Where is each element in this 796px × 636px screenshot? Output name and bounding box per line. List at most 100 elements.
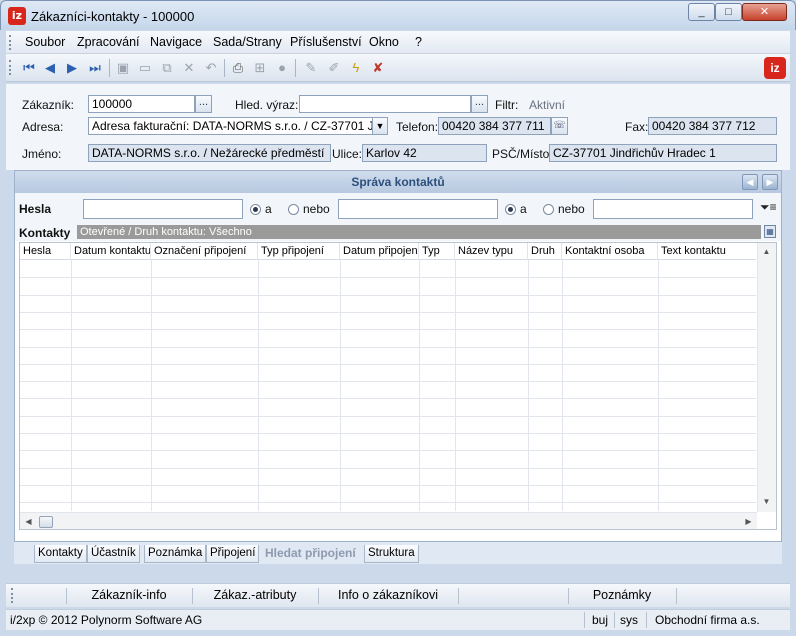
radio-and-2[interactable]	[505, 204, 516, 215]
menu-okno[interactable]: Okno	[369, 35, 399, 49]
minimize-button[interactable]: _	[688, 3, 715, 21]
undo-icon[interactable]: ↶	[203, 60, 219, 76]
column-header[interactable]: Kontaktní osoba	[562, 243, 658, 260]
table-row[interactable]	[20, 433, 756, 434]
column-header[interactable]: Hesla	[20, 243, 71, 260]
table-row[interactable]	[20, 415, 756, 417]
tab-kontakty[interactable]: Kontakty	[34, 545, 87, 563]
panel-next-icon[interactable]: ▶	[762, 174, 778, 190]
fax-field[interactable]: 00420 384 377 712	[648, 117, 777, 135]
magic-icon[interactable]: ϟ	[348, 60, 364, 76]
hesla-input-2[interactable]	[338, 199, 498, 219]
edit-alt-icon[interactable]: ✐	[326, 60, 342, 76]
column-header[interactable]: Datum připojení	[340, 243, 419, 260]
menu-prislusenstvi[interactable]: Příslušenství	[290, 35, 362, 49]
tab-hledat-pripojeni[interactable]: Hledat připojení	[262, 545, 359, 563]
table-row[interactable]	[20, 363, 756, 365]
table-row[interactable]	[20, 450, 756, 452]
next-record-icon[interactable]: ▶	[64, 60, 80, 76]
column-header[interactable]: Název typu	[455, 243, 528, 260]
grid-settings-icon[interactable]: ▦	[764, 225, 776, 238]
tab-ucastnik[interactable]: Účastník	[87, 545, 140, 563]
filtr-value: Aktivní	[529, 98, 566, 112]
last-record-icon[interactable]: ⏭	[87, 60, 103, 76]
phone-dial-icon[interactable]: ☏	[551, 117, 568, 135]
scroll-right-icon[interactable]: ▶	[740, 517, 757, 526]
poznamky-button[interactable]: Poznámky	[568, 588, 676, 602]
tab-pripojeni[interactable]: Připojení	[206, 545, 260, 563]
column-header[interactable]: Druh	[528, 243, 562, 260]
column-header[interactable]: Text kontaktu	[658, 243, 756, 260]
ulice-field[interactable]: Karlov 42	[362, 144, 487, 162]
psc-field[interactable]: CZ-37701 Jindřichův Hradec 1	[549, 144, 777, 162]
tab-struktura[interactable]: Struktura	[364, 545, 419, 563]
column-header[interactable]: Typ	[419, 243, 455, 260]
radio-or-1-label: nebo	[303, 202, 330, 216]
table-row[interactable]	[20, 277, 756, 279]
close-button[interactable]: ✕	[742, 3, 787, 21]
app-logo-icon: iz	[8, 7, 26, 25]
adresa-select-value: Adresa fakturační: DATA-NORMS s.r.o. / C…	[92, 119, 387, 133]
radio-or-2[interactable]	[543, 204, 554, 215]
column-header[interactable]: Datum kontaktu	[71, 243, 151, 260]
save-icon[interactable]: ▣	[115, 60, 131, 76]
menu-sada-strany[interactable]: Sada/Strany	[213, 35, 282, 49]
column-header[interactable]: Označení připojení	[151, 243, 258, 260]
horizontal-scrollbar[interactable]: ◀ ▶	[20, 512, 757, 529]
disabled-circle-icon[interactable]: ●	[274, 60, 290, 76]
maximize-button[interactable]: □	[715, 3, 742, 21]
menu-navigace[interactable]: Navigace	[150, 35, 202, 49]
table-row[interactable]	[20, 467, 756, 469]
fax-label: Fax:	[625, 120, 649, 134]
scroll-down-icon[interactable]: ▼	[758, 497, 775, 506]
zakaznik-info-button[interactable]: Zákazník-info	[66, 588, 192, 602]
menu-soubor[interactable]: Soubor	[25, 35, 65, 49]
scroll-thumb[interactable]	[39, 516, 53, 528]
table-row[interactable]	[20, 502, 756, 504]
filter-icon[interactable]: ⏷≡	[760, 200, 777, 215]
zakaznik-lookup-button[interactable]: ...	[195, 95, 212, 113]
table-row[interactable]	[20, 329, 756, 331]
tree-icon[interactable]: ⊞	[252, 60, 268, 76]
kontakty-filter-text: Otevřené / Druh kontaktu: Všechno	[77, 225, 761, 239]
menu-grip-icon	[9, 35, 12, 50]
scroll-left-icon[interactable]: ◀	[20, 517, 37, 526]
menu-help[interactable]: ?	[415, 35, 422, 49]
zakaz-atributy-button[interactable]: Zákaz.-atributy	[192, 588, 318, 602]
copy-icon[interactable]: ⧉	[159, 60, 175, 76]
new-icon[interactable]: ▭	[137, 60, 153, 76]
info-o-zakaznikovi-button[interactable]: Info o zákazníkovi	[318, 588, 458, 602]
scroll-up-icon[interactable]: ▲	[758, 247, 775, 256]
menu-zpracovani[interactable]: Zpracování	[77, 35, 140, 49]
tab-poznamka[interactable]: Poznámka	[144, 545, 207, 563]
table-row[interactable]	[20, 484, 756, 486]
radio-or-1[interactable]	[288, 204, 299, 215]
edit-icon[interactable]: ✎	[303, 60, 319, 76]
hesla-input-1[interactable]	[83, 199, 243, 219]
jmeno-field[interactable]: DATA-NORMS s.r.o. / Nežárecké předměstí	[88, 144, 331, 162]
first-record-icon[interactable]: ⏮	[21, 60, 37, 76]
table-row[interactable]	[20, 311, 756, 313]
prev-record-icon[interactable]: ◀	[42, 60, 58, 76]
chevron-down-icon[interactable]: ▼	[372, 118, 387, 134]
table-row[interactable]	[20, 398, 756, 400]
toolbar-separator	[109, 59, 110, 77]
hesla-label: Hesla	[19, 202, 52, 216]
hled-lookup-button[interactable]: ...	[471, 95, 488, 113]
telefon-field[interactable]: 00420 384 377 711	[438, 117, 551, 135]
cancel-filter-icon[interactable]: ✘	[370, 60, 386, 76]
contacts-grid[interactable]: Hesla Datum kontaktu Označení připojení …	[19, 242, 777, 530]
print-icon[interactable]: ⎙	[230, 60, 246, 76]
zakaznik-input[interactable]: 100000	[88, 95, 195, 113]
table-row[interactable]	[20, 346, 756, 348]
table-row[interactable]	[20, 381, 756, 383]
column-header[interactable]: Typ připojení	[258, 243, 340, 260]
radio-and-1[interactable]	[250, 204, 261, 215]
panel-prev-icon[interactable]: ◀	[742, 174, 758, 190]
hled-input[interactable]	[299, 95, 471, 113]
vertical-scrollbar[interactable]: ▲ ▼	[757, 243, 776, 512]
adresa-select[interactable]: Adresa fakturační: DATA-NORMS s.r.o. / C…	[88, 117, 388, 135]
hesla-input-3[interactable]	[593, 199, 753, 219]
table-row[interactable]	[20, 294, 756, 296]
delete-icon[interactable]: ✕	[181, 60, 197, 76]
